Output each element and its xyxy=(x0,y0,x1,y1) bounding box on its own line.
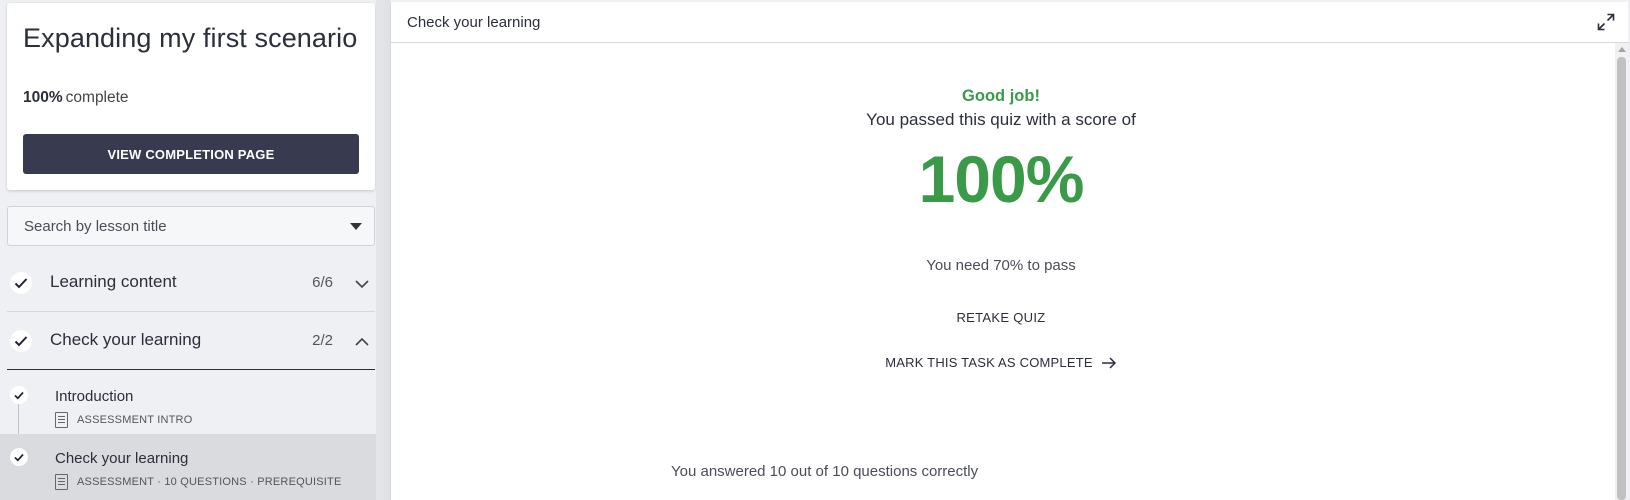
quiz-result-panel: Check your learning Good job! You passed… xyxy=(390,2,1629,500)
search-placeholder: Search by lesson title xyxy=(24,218,167,235)
content-title: Check your learning xyxy=(407,14,541,31)
quiz-score: 100% xyxy=(918,142,1085,216)
scroll-up-icon[interactable] xyxy=(1618,47,1626,52)
lesson-meta-text: ASSESSMENT · 10 QUESTIONS · PREREQUISITE xyxy=(77,476,342,488)
arrow-right-icon xyxy=(1101,356,1116,369)
pass-requirement: You need 70% to pass xyxy=(926,257,1076,274)
quiz-result: Good job! You passed this quiz with a sc… xyxy=(391,43,1611,500)
progress-percent: 100% xyxy=(23,89,63,106)
lesson-sidebar: Expanding my first scenario 100% complete… xyxy=(0,0,390,500)
section-learning-content[interactable]: Learning content 6/6 xyxy=(7,254,375,312)
mark-task-complete-button[interactable]: MARK THIS TASK AS COMPLETE xyxy=(885,355,1116,370)
scrollbar-thumb[interactable] xyxy=(1617,57,1626,500)
course-title: Expanding my first scenario xyxy=(23,23,358,53)
section-title: Check your learning xyxy=(50,330,202,349)
course-progress: 100% complete xyxy=(23,89,129,107)
retake-quiz-button[interactable]: RETAKE QUIZ xyxy=(956,310,1045,325)
content-header: Check your learning xyxy=(391,2,1629,43)
check-icon xyxy=(10,448,28,466)
mark-task-complete-label: MARK THIS TASK AS COMPLETE xyxy=(885,355,1093,370)
check-icon xyxy=(10,330,32,352)
check-icon xyxy=(10,272,32,294)
caret-down-icon xyxy=(350,223,362,230)
lesson-meta: ASSESSMENT · 10 QUESTIONS · PREREQUISITE xyxy=(55,474,342,490)
progress-suffix: complete xyxy=(65,89,129,106)
good-job-heading: Good job! xyxy=(962,87,1040,105)
view-completion-page-button[interactable]: VIEW COMPLETION PAGE xyxy=(23,134,359,174)
document-icon xyxy=(55,412,68,428)
lesson-title: Introduction xyxy=(55,388,134,405)
chevron-down-icon[interactable] xyxy=(355,276,369,294)
section-check-your-learning[interactable]: Check your learning 2/2 xyxy=(7,312,375,370)
document-icon xyxy=(55,474,68,490)
lesson-item-introduction[interactable]: Introduction ASSESSMENT INTRO xyxy=(0,372,390,434)
mark-complete-row: MARK THIS TASK AS COMPLETE xyxy=(391,354,1611,372)
lesson-search-dropdown[interactable]: Search by lesson title xyxy=(7,206,375,246)
section-title: Learning content xyxy=(50,272,177,291)
lesson-item-check-your-learning[interactable]: Check your learning ASSESSMENT · 10 QUES… xyxy=(0,434,390,500)
retake-row: RETAKE QUIZ xyxy=(391,309,1611,327)
course-overview-card: Expanding my first scenario 100% complete… xyxy=(7,3,375,190)
lesson-title: Check your learning xyxy=(55,450,189,467)
chevron-up-icon[interactable] xyxy=(355,334,369,352)
answered-summary: You answered 10 out of 10 questions corr… xyxy=(671,463,979,480)
check-icon xyxy=(10,386,28,404)
expand-icon[interactable] xyxy=(1597,13,1615,36)
passed-message: You passed this quiz with a score of xyxy=(866,110,1136,129)
lesson-meta: ASSESSMENT INTRO xyxy=(55,412,192,428)
section-count: 2/2 xyxy=(312,332,333,349)
sidebar-divider xyxy=(376,0,390,500)
section-count: 6/6 xyxy=(312,274,333,291)
scrollbar[interactable] xyxy=(1615,43,1628,500)
lesson-meta-text: ASSESSMENT INTRO xyxy=(77,414,193,426)
